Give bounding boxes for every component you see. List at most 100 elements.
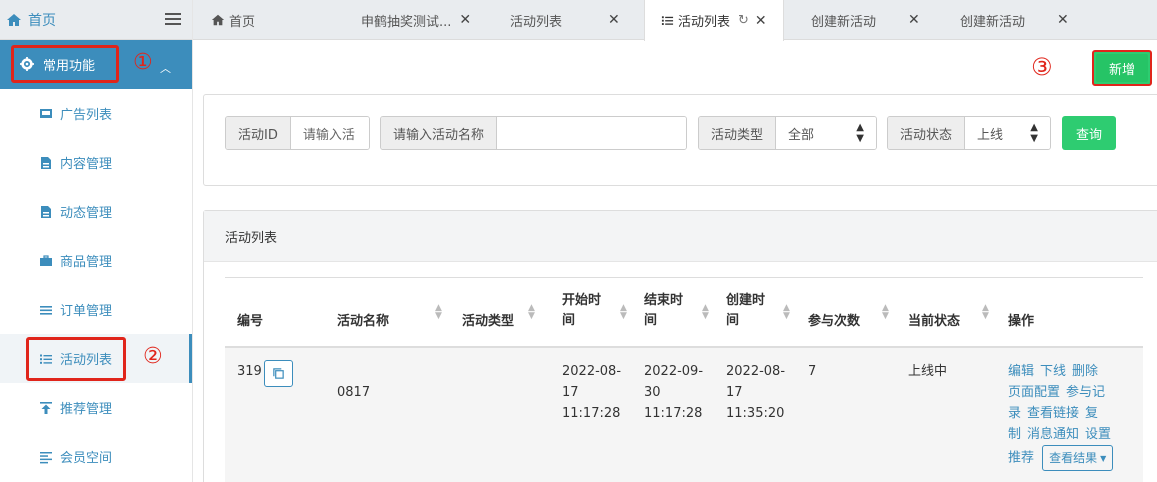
row-start-line: 11:17:28 xyxy=(562,406,621,421)
briefcase-icon xyxy=(40,254,52,266)
tab-create-activity-2[interactable]: 创建新活动 ✕ xyxy=(960,0,1069,40)
sort-icon[interactable]: ▲ ▼ xyxy=(528,304,535,321)
delete-link[interactable]: 删除 xyxy=(1072,364,1098,379)
sidebar-item-activities[interactable]: 活动列表 ② xyxy=(0,334,192,383)
sidebar-item-orders[interactable]: 订单管理 xyxy=(0,285,192,334)
copy-id-button[interactable] xyxy=(264,360,293,387)
list-ul-icon xyxy=(661,16,674,25)
query-button[interactable]: 查询 xyxy=(1062,116,1116,150)
participation-records-link-cont[interactable]: 录 xyxy=(1008,406,1021,421)
tab-activity-list-1[interactable]: 活动列表 ✕ xyxy=(510,0,620,40)
sidebar-item-label: 订单管理 xyxy=(60,304,113,319)
activity-id-group: 活动ID 请输入活 xyxy=(225,116,370,150)
settings-link[interactable]: 设置 xyxy=(1085,427,1111,442)
edit-link[interactable]: 编辑 xyxy=(1008,364,1034,379)
close-icon[interactable]: ✕ xyxy=(459,12,471,28)
sidebar-group-common[interactable]: 常用功能 ① ︿ xyxy=(0,40,192,89)
activity-id-input[interactable]: 请输入活 xyxy=(290,117,369,149)
sidebar: 首页 常用功能 ① ︿ 广告列表 内容管理 动态管理 商品管理 订单管理 活动列… xyxy=(0,0,193,482)
th-created[interactable]: 创建时 间 xyxy=(726,291,765,331)
hamburger-menu-icon[interactable] xyxy=(165,12,181,26)
select-caret-icon: ▲ ▼ xyxy=(856,122,864,144)
sidebar-item-members[interactable]: 会员空间 xyxy=(0,432,192,481)
file-icon xyxy=(41,205,51,218)
activity-status-select[interactable]: 上线 ▲ ▼ xyxy=(965,117,1050,149)
sidebar-item-products[interactable]: 商品管理 xyxy=(0,236,192,285)
sort-icon[interactable]: ▲ ▼ xyxy=(435,304,442,321)
row-start: 2022-08- 17 11:17:28 xyxy=(562,361,621,424)
caret-down-icon: ▼ xyxy=(1100,453,1107,463)
home-icon xyxy=(7,13,21,26)
th-end-line1: 结束时 xyxy=(644,293,684,308)
sort-icon[interactable]: ▲ ▼ xyxy=(882,304,889,321)
sort-icon[interactable]: ▲ ▼ xyxy=(702,304,709,321)
th-created-line2: 间 xyxy=(726,313,740,328)
activity-type-label: 活动类型 xyxy=(699,117,777,149)
gear-icon xyxy=(20,57,34,71)
sort-icon[interactable]: ▲ ▼ xyxy=(620,304,627,321)
table-row: 319 0817 2022-08- 17 11:17:28 2022-09- 3… xyxy=(225,348,1143,482)
sidebar-item-label: 商品管理 xyxy=(60,255,113,270)
offline-link[interactable]: 下线 xyxy=(1040,364,1066,379)
annotation-three: ③ xyxy=(1031,53,1053,81)
list-icon xyxy=(40,305,52,315)
sidebar-item-dynamic[interactable]: 动态管理 xyxy=(0,187,192,236)
view-results-dropdown[interactable]: 查看结果 ▼ xyxy=(1042,445,1114,471)
sort-icon[interactable]: ▲ ▼ xyxy=(783,304,790,321)
query-button-label: 查询 xyxy=(1075,127,1102,143)
tab-home[interactable]: 首页 xyxy=(211,0,255,40)
th-name[interactable]: 活动名称 xyxy=(337,312,389,332)
message-notify-link[interactable]: 消息通知 xyxy=(1027,427,1079,442)
highlight-box-2 xyxy=(26,337,126,381)
th-start[interactable]: 开始时 间 xyxy=(562,291,601,331)
list-panel-title: 活动列表 xyxy=(225,230,278,246)
th-type[interactable]: 活动类型 xyxy=(462,312,514,332)
th-created-line1: 创建时 xyxy=(726,293,766,308)
upload-arrow-icon xyxy=(40,401,52,414)
th-status[interactable]: 当前状态 xyxy=(908,312,960,332)
annotation-two: ② xyxy=(143,344,163,369)
activity-list-panel: 活动列表 编号 活动名称 ▲ ▼ 活动类型 ▲ ▼ 开始时 间 ▲ ▼ 结束时 间 ▲… xyxy=(203,210,1157,482)
sidebar-item-ads[interactable]: 广告列表 xyxy=(0,89,192,138)
copy-link[interactable]: 复 xyxy=(1085,406,1098,421)
th-end[interactable]: 结束时 间 xyxy=(644,291,683,331)
add-button[interactable]: 新增 xyxy=(1092,50,1152,86)
page-config-link[interactable]: 页面配置 xyxy=(1008,385,1060,400)
row-created: 2022-08- 17 11:35:20 xyxy=(726,361,785,424)
reload-icon[interactable]: ↻ xyxy=(738,13,749,28)
tab-create-activity-1[interactable]: 创建新活动 ✕ xyxy=(811,0,920,40)
close-icon[interactable]: ✕ xyxy=(608,12,620,28)
participation-records-link[interactable]: 参与记 xyxy=(1066,385,1105,400)
annotation-one: ① xyxy=(133,50,153,75)
tab-label: 活动列表 xyxy=(510,14,563,30)
recommend-link[interactable]: 推荐 xyxy=(1008,451,1034,466)
close-icon[interactable]: ✕ xyxy=(908,12,920,28)
list-panel-heading: 活动列表 xyxy=(204,211,1157,262)
monitor-icon xyxy=(40,108,52,118)
row-start-line: 17 xyxy=(562,385,579,400)
home-icon xyxy=(211,14,225,26)
sidebar-header: 首页 xyxy=(0,0,192,40)
select-caret-icon: ▲ ▼ xyxy=(1030,122,1038,144)
row-end-line: 11:17:28 xyxy=(644,406,703,421)
tab-label: 创建新活动 xyxy=(811,14,877,30)
sidebar-item-content[interactable]: 内容管理 xyxy=(0,138,192,187)
close-icon[interactable]: ✕ xyxy=(1057,12,1069,28)
row-name: 0817 xyxy=(337,385,371,400)
close-icon[interactable]: ✕ xyxy=(755,13,767,29)
activity-name-input[interactable] xyxy=(497,117,686,149)
sidebar-item-recommend[interactable]: 推荐管理 xyxy=(0,383,192,432)
th-id[interactable]: 编号 xyxy=(237,312,263,332)
tab-activity-list-active[interactable]: 活动列表 ↻ ✕ xyxy=(644,0,784,41)
activity-type-select[interactable]: 全部 ▲ ▼ xyxy=(776,117,876,149)
sidebar-home-link[interactable]: 首页 xyxy=(28,10,56,30)
tab-label: 创建新活动 xyxy=(960,14,1026,30)
tab-lottery-test[interactable]: 申鹤抽奖测试... ✕ xyxy=(361,0,471,40)
sidebar-group-label: 常用功能 xyxy=(43,59,96,74)
table-header: 编号 活动名称 ▲ ▼ 活动类型 ▲ ▼ 开始时 间 ▲ ▼ 结束时 间 ▲ ▼ 创建时… xyxy=(225,277,1143,348)
copy-link-cont[interactable]: 制 xyxy=(1008,427,1021,442)
sort-icon[interactable]: ▲ ▼ xyxy=(982,304,989,321)
activity-type-group: 活动类型 全部 ▲ ▼ xyxy=(698,116,877,150)
view-link-link[interactable]: 查看链接 xyxy=(1027,406,1079,421)
th-count[interactable]: 参与次数 xyxy=(808,312,860,332)
